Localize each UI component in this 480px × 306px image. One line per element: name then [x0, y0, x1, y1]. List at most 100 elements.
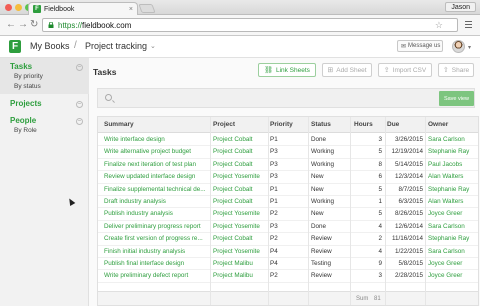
breadcrumb-my-books[interactable]: My Books	[30, 41, 70, 51]
tab-close-icon[interactable]: ×	[129, 6, 133, 13]
cell-summary[interactable]: Finalize next iteration of test plan	[104, 161, 209, 168]
import-csv-button[interactable]: ⇪ Import CSV	[378, 63, 432, 77]
cell-project[interactable]: Project Yosemite	[213, 248, 268, 255]
column-header-priority[interactable]: Priority	[270, 121, 293, 128]
table-row	[98, 281, 478, 283]
cell-priority: P1	[270, 198, 278, 205]
new-tab-button[interactable]	[138, 4, 156, 13]
table-row	[98, 195, 478, 196]
cell-project[interactable]: Project Malibu	[213, 260, 268, 267]
cell-summary[interactable]: Write interface design	[104, 136, 209, 143]
menu-icon[interactable]	[465, 21, 472, 30]
mouse-cursor-icon	[66, 196, 76, 207]
column-separator[interactable]	[308, 117, 309, 305]
cell-owner[interactable]: Alan Walters	[428, 198, 478, 205]
sidebar-item-projects[interactable]: Projects	[10, 99, 42, 108]
share-button[interactable]: ⇧ Share	[438, 63, 474, 77]
cell-project[interactable]: Project Yosemite	[213, 173, 268, 180]
cell-priority: P3	[270, 173, 278, 181]
link-sheets-button[interactable]: ⛓ Link Sheets	[258, 63, 316, 77]
column-header-hours[interactable]: Hours	[354, 121, 373, 128]
column-header-owner[interactable]: Owner	[428, 121, 448, 128]
cell-project[interactable]: Project Cobalt	[213, 235, 268, 242]
cell-project[interactable]: Project Cobalt	[213, 161, 268, 168]
cell-project[interactable]: Project Cobalt	[213, 186, 268, 193]
filter-bar[interactable]: Save view	[97, 88, 475, 108]
column-header-summary[interactable]: Summary	[104, 121, 134, 128]
cell-owner[interactable]: Stephanie Ray	[428, 148, 478, 155]
sidebar-item-people[interactable]: People	[10, 116, 36, 125]
cell-priority: P4	[270, 260, 278, 267]
back-arrow-icon[interactable]: ←	[6, 20, 16, 30]
cell-summary[interactable]: Draft industry analysis	[104, 198, 209, 205]
sidebar-projects-toggle-icon[interactable]: –	[76, 101, 83, 108]
page-title[interactable]: Project tracking	[85, 41, 147, 51]
column-separator[interactable]	[350, 117, 351, 305]
refresh-icon[interactable]: ↻	[30, 20, 38, 30]
cell-status: Review	[311, 247, 332, 255]
cell-priority: P2	[270, 235, 278, 243]
avatar-chevron-icon[interactable]: ▾	[468, 44, 471, 51]
cell-project[interactable]: Project Cobalt	[213, 136, 268, 143]
column-separator[interactable]	[385, 117, 386, 305]
sum-value: 81	[374, 296, 381, 302]
cell-summary[interactable]: Review updated interface design	[104, 173, 209, 180]
cell-owner[interactable]: Sara Carlson	[428, 248, 478, 255]
add-sheet-button[interactable]: ⊞ Add Sheet	[322, 63, 372, 77]
cell-summary[interactable]: Write alternative project budget	[104, 148, 209, 155]
cell-owner[interactable]: Joyce Greer	[428, 272, 478, 279]
sidebar-tasks-toggle-icon[interactable]: –	[76, 64, 83, 71]
sidebar-item-by-priority[interactable]: By priority	[14, 73, 43, 80]
column-header-project[interactable]: Project	[213, 121, 235, 128]
minimize-window-icon[interactable]	[15, 4, 22, 11]
column-separator[interactable]	[268, 117, 269, 305]
column-separator[interactable]	[210, 117, 211, 305]
forward-arrow-icon[interactable]: →	[18, 20, 28, 30]
message-us-button[interactable]: ✉ Message us	[397, 40, 443, 52]
chevron-down-icon[interactable]: ⌄	[150, 42, 156, 50]
cell-owner[interactable]: Paul Jacobs	[428, 161, 478, 168]
cell-owner[interactable]: Sara Carlson	[428, 136, 478, 143]
fieldbook-logo[interactable]: F	[9, 40, 21, 53]
cell-summary[interactable]: Create first version of progress re...	[104, 235, 209, 242]
sidebar-people-toggle-icon[interactable]: –	[76, 118, 83, 125]
sidebar-item-by-role[interactable]: By Role	[14, 127, 37, 134]
cell-project[interactable]: Project Yosemite	[213, 210, 268, 217]
table-row	[98, 157, 478, 159]
cell-priority: P2	[270, 210, 278, 218]
cell-status: Review	[311, 235, 332, 243]
sidebar-item-tasks[interactable]: Tasks	[10, 62, 32, 71]
cell-priority: P2	[270, 272, 278, 280]
cell-summary[interactable]: Finalize supplemental technical de...	[104, 186, 209, 193]
cell-owner[interactable]: Stephanie Ray	[428, 186, 478, 193]
sum-label: Sum	[356, 296, 369, 302]
cell-project[interactable]: Project Yosemite	[213, 223, 268, 230]
search-icon[interactable]	[105, 94, 112, 101]
close-window-icon[interactable]	[5, 4, 12, 11]
cell-project[interactable]: Project Malibu	[213, 272, 268, 279]
cell-owner[interactable]: Joyce Greer	[428, 210, 478, 217]
cell-summary[interactable]: Write preliminary defect report	[104, 272, 209, 279]
cell-summary[interactable]: Publish industry analysis	[104, 210, 209, 217]
cell-summary[interactable]: Finish initial industry analysis	[104, 248, 209, 255]
cell-project[interactable]: Project Cobalt	[213, 148, 268, 155]
address-bar[interactable]: https://fieldbook.com ☆	[42, 18, 458, 32]
cell-summary[interactable]: Publish final interface design	[104, 260, 209, 267]
cell-owner[interactable]: Joyce Greer	[428, 260, 478, 267]
cell-due: 5/14/2015	[394, 160, 423, 168]
cell-owner[interactable]: Stephanie Ray	[428, 235, 478, 242]
avatar[interactable]	[452, 40, 465, 53]
star-icon[interactable]: ☆	[435, 20, 443, 31]
cell-project[interactable]: Project Cobalt	[213, 198, 268, 205]
column-header-due[interactable]: Due	[387, 121, 399, 128]
column-header-status[interactable]: Status	[311, 121, 331, 128]
browser-tab[interactable]: F Fieldbook ×	[28, 2, 138, 15]
cell-owner[interactable]: Alan Walters	[428, 173, 478, 180]
browser-user-chip[interactable]: Jason	[445, 2, 476, 12]
column-separator[interactable]	[425, 117, 426, 305]
cell-summary[interactable]: Deliver preliminary progress report	[104, 223, 209, 230]
cell-owner[interactable]: Sara Carlson	[428, 223, 478, 230]
cell-hours: 4	[378, 247, 382, 255]
sidebar-item-by-status[interactable]: By status	[14, 83, 41, 90]
save-view-button[interactable]: Save view	[439, 91, 474, 106]
